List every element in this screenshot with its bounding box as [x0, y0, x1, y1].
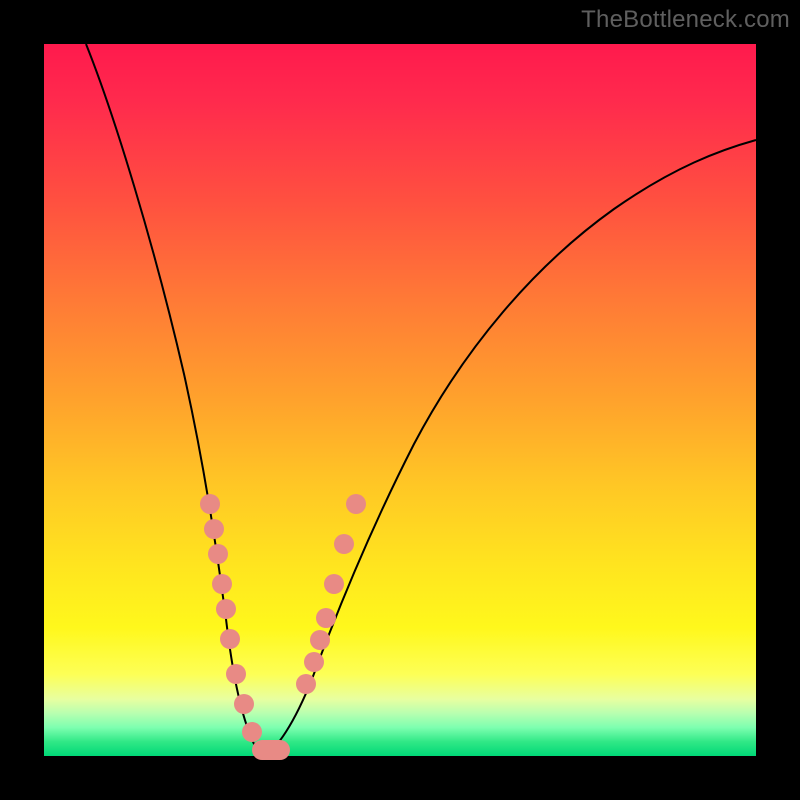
dots-left: [200, 494, 262, 742]
curve-overlay: [44, 44, 756, 756]
curve-right: [266, 140, 756, 753]
dots-right: [296, 494, 366, 694]
vertex-pill: [252, 740, 290, 760]
chart-stage: TheBottleneck.com: [0, 0, 800, 800]
watermark-text: TheBottleneck.com: [581, 6, 790, 34]
curve-left: [86, 44, 266, 753]
